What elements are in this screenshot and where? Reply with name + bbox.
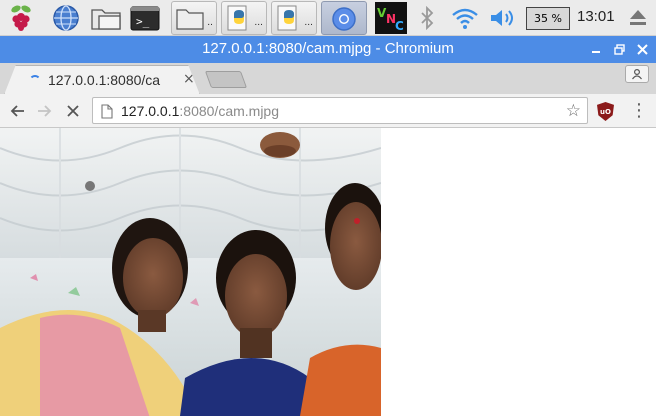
menu-kebab-icon[interactable]: ⋮	[630, 100, 648, 121]
tab-title: 127.0.0.1:8080/ca	[48, 72, 161, 88]
forward-arrow-icon[interactable]	[34, 100, 56, 122]
raspberry-menu-icon[interactable]	[4, 1, 38, 34]
volume-icon[interactable]	[487, 1, 519, 34]
tab-close-icon[interactable]: ×	[183, 71, 195, 87]
clock[interactable]: 13:01	[577, 8, 615, 25]
url-text: 127.0.0.1:8080/cam.mjpg	[121, 103, 279, 119]
taskbar-app-file-manager[interactable]: ..	[171, 1, 217, 35]
bookmark-star-icon[interactable]: ☆	[566, 101, 581, 121]
stop-loading-icon[interactable]	[62, 100, 84, 122]
ublock-origin-icon[interactable]: uO	[597, 102, 614, 121]
loading-spinner-icon	[29, 75, 41, 87]
cpu-usage-meter[interactable]: 35 %	[526, 7, 570, 30]
svg-text:>_: >_	[136, 15, 150, 28]
tab-strip: 127.0.0.1:8080/ca ×	[0, 63, 656, 95]
web-browser-icon[interactable]	[49, 1, 83, 34]
browser-toolbar: 127.0.0.1:8080/cam.mjpg ☆ uO ⋮	[0, 94, 656, 128]
browser-tab[interactable]: 127.0.0.1:8080/ca ×	[4, 65, 200, 95]
taskbar-app-ellipsis: ...	[254, 18, 263, 28]
system-taskbar: >_ .. ... ... V N C 35 % 13:01	[0, 0, 656, 36]
url-path: :8080/cam.mjpg	[179, 103, 279, 119]
taskbar-app-python-1[interactable]: ...	[221, 1, 267, 35]
maximize-icon[interactable]	[609, 39, 629, 59]
minimize-icon[interactable]	[586, 39, 606, 59]
new-tab-button[interactable]	[204, 71, 248, 88]
vnc-viewer-icon[interactable]: V N C	[373, 1, 409, 34]
folder-icon[interactable]	[88, 1, 124, 34]
terminal-icon[interactable]: >_	[127, 1, 163, 34]
profile-button[interactable]	[625, 65, 649, 83]
taskbar-app-ellipsis: ...	[304, 18, 313, 28]
address-bar[interactable]: 127.0.0.1:8080/cam.mjpg ☆	[92, 97, 588, 124]
chromium-icon	[332, 7, 356, 31]
person-icon	[632, 68, 642, 80]
svg-text:C: C	[395, 19, 404, 33]
wifi-icon[interactable]	[448, 1, 482, 34]
taskbar-app-ellipsis: ..	[207, 18, 213, 28]
taskbar-app-python-2[interactable]: ...	[271, 1, 317, 35]
close-window-icon[interactable]	[632, 39, 652, 59]
python-icon	[227, 5, 247, 31]
taskbar-app-chromium[interactable]	[321, 1, 367, 35]
bluetooth-icon[interactable]	[414, 1, 440, 34]
page-icon	[101, 104, 113, 119]
window-titlebar[interactable]: 127.0.0.1:8080/cam.mjpg - Chromium	[0, 36, 656, 63]
camera-stream-image	[0, 128, 381, 416]
window-title: 127.0.0.1:8080/cam.mjpg - Chromium	[202, 40, 454, 57]
url-host: 127.0.0.1	[121, 103, 180, 119]
back-arrow-icon[interactable]	[6, 100, 28, 122]
eject-icon[interactable]	[625, 1, 651, 34]
page-content	[0, 128, 656, 416]
python-icon	[277, 5, 297, 31]
